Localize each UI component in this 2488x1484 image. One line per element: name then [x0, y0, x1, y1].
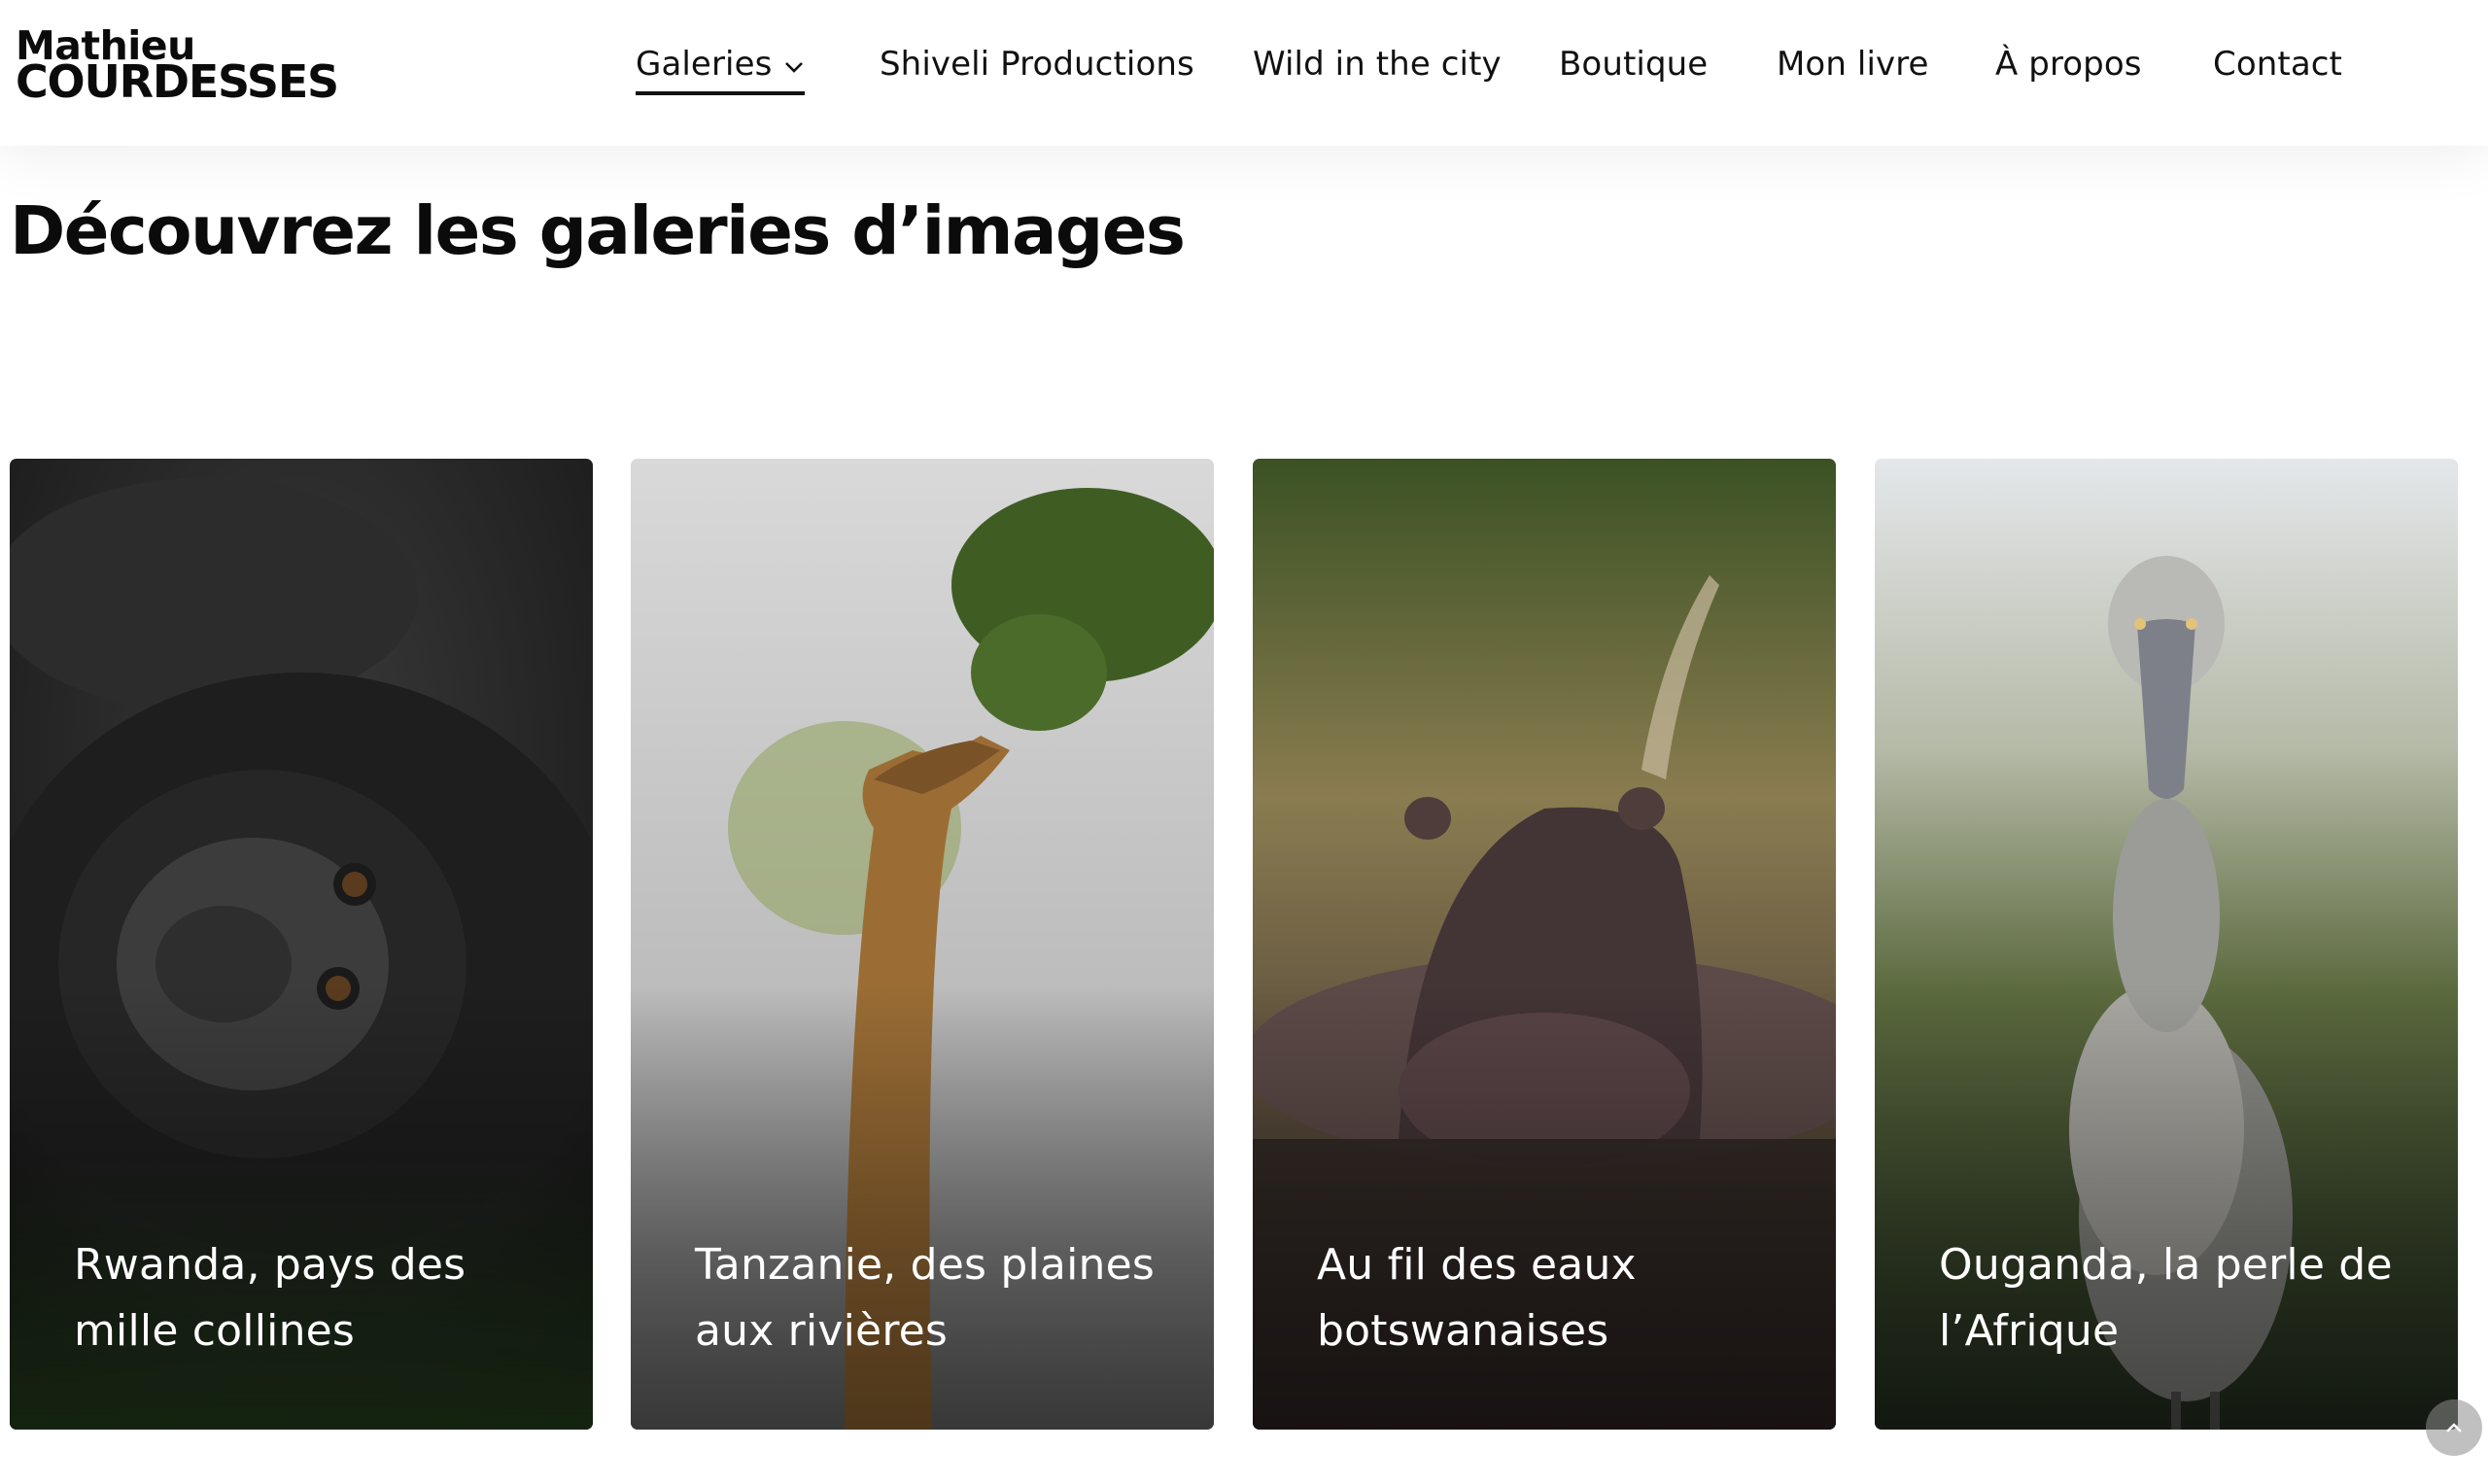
nav-item-label: Boutique	[1559, 45, 1709, 84]
scroll-to-top-button[interactable]	[2426, 1399, 2482, 1456]
main-nav: Galeries Shiveli Productions Wild in the…	[0, 0, 2488, 146]
nav-item-label: Shiveli Productions	[880, 45, 1194, 84]
gallery-card-title: Ouganda, la perle de l’Afrique	[1939, 1240, 2393, 1356]
gallery-card-tanzanie[interactable]: Tanzanie, des plaines aux rivières	[631, 459, 1214, 1430]
nav-item-label: Wild in the city	[1253, 45, 1502, 84]
gallery-card-rwanda[interactable]: Rwanda, pays des mille collines	[10, 459, 593, 1430]
nav-item-contact[interactable]: Contact	[2213, 45, 2342, 91]
gallery-card-title: Rwanda, pays des mille collines	[74, 1240, 466, 1356]
nav-item-galeries[interactable]: Galeries	[636, 44, 806, 95]
site-header: Mathieu COURDESSES Galeries Shiveli Prod…	[0, 0, 2488, 146]
gallery-card-ouganda[interactable]: Ouganda, la perle de l’Afrique	[1875, 459, 2458, 1430]
nav-item-boutique[interactable]: Boutique	[1559, 45, 1708, 91]
nav-item-label: À propos	[1995, 45, 2142, 84]
gallery-card-botswana[interactable]: Au fil des eaux botswanaises	[1253, 459, 1836, 1430]
chevron-up-icon	[2444, 1419, 2464, 1437]
nav-item-mon-livre[interactable]: Mon livre	[1777, 45, 1929, 91]
nav-item-shiveli-productions[interactable]: Shiveli Productions	[880, 45, 1194, 91]
chevron-down-icon	[783, 44, 805, 83]
nav-item-label: Mon livre	[1777, 45, 1929, 84]
gallery-card-title: Au fil des eaux botswanaises	[1317, 1240, 1637, 1356]
page-title: Découvrez les galeries d’images	[10, 192, 1186, 270]
nav-item-label: Galeries	[636, 45, 773, 84]
nav-item-wild-in-the-city[interactable]: Wild in the city	[1253, 45, 1502, 91]
nav-item-label: Contact	[2213, 45, 2342, 84]
gallery-card-title: Tanzanie, des plaines aux rivières	[695, 1240, 1155, 1356]
nav-item-a-propos[interactable]: À propos	[1995, 45, 2142, 91]
